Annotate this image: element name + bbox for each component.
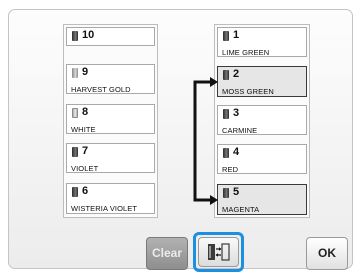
- swap-spools-button[interactable]: [198, 237, 239, 267]
- swap-spools-icon: [208, 243, 230, 261]
- swap-bracket-arrow-icon: [193, 77, 218, 205]
- ok-button[interactable]: OK: [306, 237, 348, 270]
- clear-button[interactable]: Clear: [146, 237, 188, 270]
